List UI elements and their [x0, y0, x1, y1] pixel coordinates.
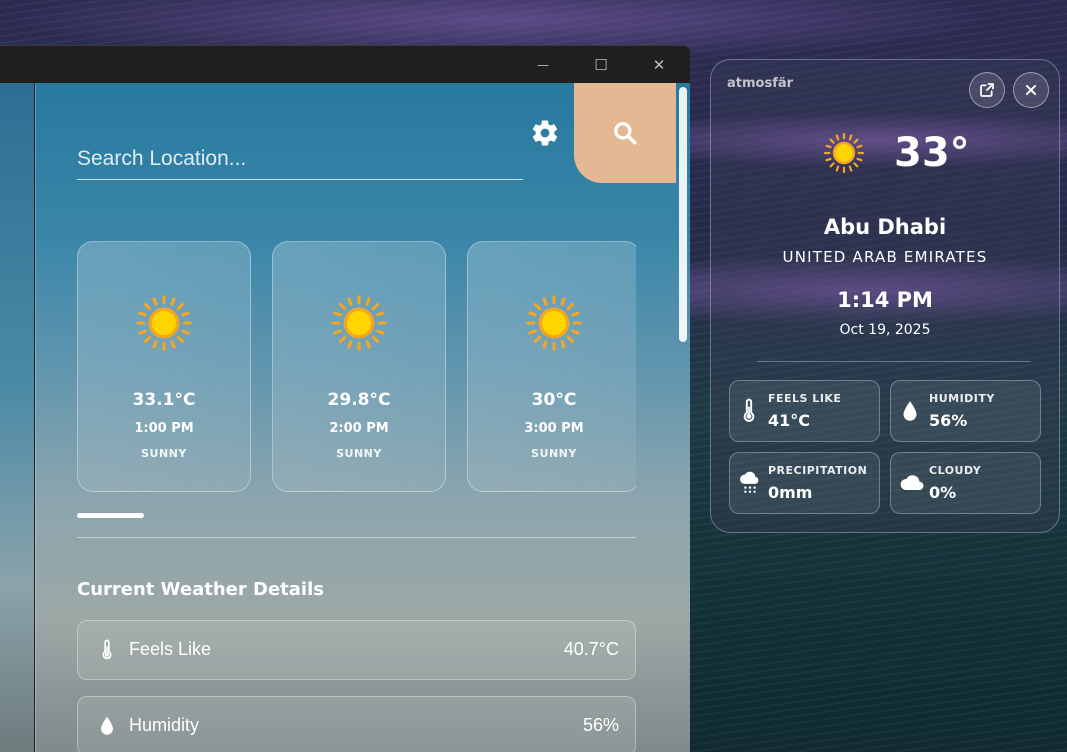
details-title: Current Weather Details — [77, 579, 324, 600]
detail-row-feels-like: Feels Like 40.7°C — [77, 620, 636, 680]
carousel-indicator[interactable] — [77, 513, 144, 518]
forecast-condition: SUNNY — [336, 447, 382, 460]
droplet-icon — [101, 716, 113, 735]
sun-icon — [136, 295, 192, 351]
sun-icon — [331, 295, 387, 351]
forecast-temp: 29.8°C — [327, 390, 391, 410]
tile-cloudy: CLOUDY 0% — [890, 452, 1041, 514]
cloud-icon — [900, 475, 924, 491]
tile-feels-like: FEELS LIKE 41°C — [729, 380, 880, 442]
search-icon — [614, 122, 637, 145]
forecast-card[interactable]: 33.1°C 1:00 PM SUNNY — [77, 241, 251, 492]
external-link-icon — [980, 83, 994, 97]
thermometer-icon — [743, 398, 755, 422]
forecast-card[interactable]: 30°C 3:00 PM SUNNY — [467, 241, 636, 492]
forecast-time: 3:00 PM — [524, 421, 584, 436]
tile-value: 41°C — [768, 411, 811, 430]
weather-app: 33.1°C 1:00 PM SUNNY 29.8°C 2:00 PM SUNN… — [35, 83, 690, 752]
divider — [757, 361, 1031, 362]
droplet-icon — [903, 401, 917, 421]
tile-label: FEELS LIKE — [768, 392, 842, 405]
detail-label: Feels Like — [129, 639, 212, 659]
thermometer-icon — [102, 639, 112, 660]
forecast-condition: SUNNY — [141, 447, 187, 460]
search-input[interactable] — [77, 139, 523, 180]
tile-precipitation: PRECIPITATION 0mm — [729, 452, 880, 514]
maximize-icon: ☐ — [594, 56, 608, 74]
tile-label: CLOUDY — [929, 464, 982, 477]
mini-weather-widget: atmosfär 33° Abu Dhabi UNITED ARAB EMIRA… — [710, 59, 1060, 533]
detail-label: Humidity — [129, 715, 200, 735]
tile-value: 0mm — [768, 483, 813, 502]
app-window: — ☐ ✕ 33.1°C 1:00 PM SUNNY 29.8°C — [0, 45, 690, 752]
forecast-condition: SUNNY — [531, 447, 577, 460]
hourly-forecast-carousel[interactable]: 33.1°C 1:00 PM SUNNY 29.8°C 2:00 PM SUNN… — [77, 241, 636, 493]
minimize-button[interactable]: — — [520, 46, 566, 84]
close-icon: ✕ — [652, 56, 666, 74]
tile-value: 56% — [929, 411, 968, 430]
scrollbar-thumb[interactable] — [679, 87, 687, 342]
title-bar[interactable]: — ☐ ✕ — [0, 45, 690, 84]
city-name: Abu Dhabi — [823, 215, 947, 239]
window-left-edge — [0, 83, 34, 752]
divider — [77, 537, 636, 538]
widget-close-button[interactable] — [1013, 72, 1049, 108]
close-icon — [1025, 84, 1037, 96]
sun-icon — [823, 132, 865, 174]
open-external-button[interactable] — [969, 72, 1005, 108]
forecast-time: 1:00 PM — [134, 421, 194, 436]
detail-value: 40.7°C — [563, 639, 619, 659]
search-button[interactable] — [574, 83, 676, 183]
rain-cloud-icon — [740, 471, 759, 493]
country-name: UNITED ARAB EMIRATES — [782, 248, 988, 266]
local-date: Oct 19, 2025 — [839, 322, 931, 338]
tile-humidity: HUMIDITY 56% — [890, 380, 1041, 442]
forecast-temp: 30°C — [531, 390, 577, 410]
tile-label: PRECIPITATION — [768, 464, 868, 477]
maximize-button[interactable]: ☐ — [578, 46, 624, 84]
detail-value: 56% — [582, 715, 619, 735]
minimize-icon: — — [537, 58, 549, 72]
forecast-temp: 33.1°C — [132, 390, 196, 410]
forecast-time: 2:00 PM — [329, 421, 389, 436]
brand-label: atmosfär — [727, 76, 794, 91]
current-temp: 33° — [894, 130, 970, 176]
sun-icon — [526, 295, 582, 351]
tile-label: HUMIDITY — [929, 392, 995, 405]
tile-value: 0% — [929, 483, 957, 502]
close-button[interactable]: ✕ — [636, 46, 682, 84]
forecast-card[interactable]: 29.8°C 2:00 PM SUNNY — [272, 241, 446, 492]
local-time: 1:14 PM — [837, 288, 933, 312]
detail-row-humidity: Humidity 56% — [77, 696, 636, 752]
gear-icon[interactable] — [530, 118, 560, 148]
